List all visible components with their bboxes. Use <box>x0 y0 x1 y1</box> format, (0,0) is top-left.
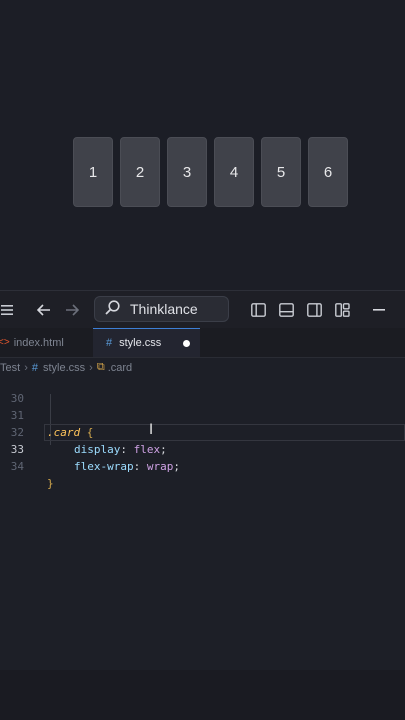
card-item: 3 <box>167 137 207 207</box>
arrow-left-icon[interactable] <box>34 291 54 329</box>
tab-label: index.html <box>13 336 64 349</box>
minimize-icon[interactable] <box>370 291 388 329</box>
tab-style-css[interactable]: # style.css <box>93 328 200 357</box>
command-center-search[interactable]: Thinklance <box>94 296 229 322</box>
css-value: wrap <box>146 460 174 473</box>
card-item: 4 <box>214 137 254 207</box>
html-file-icon: <> <box>0 337 10 348</box>
screen: 1 2 3 4 5 6 Thinklance <> index.html # s… <box>0 0 405 720</box>
css-property: flex-wrap <box>74 460 134 473</box>
chevron-right-icon: › <box>89 361 93 374</box>
toggle-panel-icon[interactable] <box>276 291 296 329</box>
code-line: 34 } <box>0 441 405 490</box>
text-cursor-icon: I <box>149 422 154 438</box>
toggle-secondary-sidebar-icon[interactable] <box>304 291 324 329</box>
arrow-right-icon[interactable] <box>62 291 82 329</box>
chevron-right-icon: › <box>24 361 28 374</box>
close-brace: } <box>47 477 54 490</box>
code-line: 33 flex-wrap: wrap; <box>0 424 405 473</box>
card-item: 2 <box>120 137 160 207</box>
code-line: 31 .card { <box>0 390 405 439</box>
toggle-primary-sidebar-icon[interactable] <box>248 291 268 329</box>
unsaved-dot-icon[interactable] <box>183 339 190 347</box>
menu-icon[interactable] <box>0 291 14 329</box>
breadcrumb-folder[interactable]: Test <box>0 362 20 374</box>
search-label: Thinklance <box>130 301 198 317</box>
card-container: 1 2 3 4 5 6 <box>73 137 348 207</box>
code-editor[interactable]: 30 31 .card { 32 display: flex; 33 flex-… <box>0 377 405 720</box>
card-item: 1 <box>73 137 113 207</box>
tab-label: style.css <box>119 337 162 349</box>
line-number: 34 <box>10 460 24 473</box>
browser-preview: 1 2 3 4 5 6 <box>0 0 405 290</box>
tab-index-html[interactable]: <> index.html <box>0 328 93 357</box>
breadcrumb-file[interactable]: style.css <box>43 362 85 374</box>
css-file-icon: # <box>31 361 38 374</box>
editor-bottom-area <box>0 670 405 720</box>
css-file-icon: # <box>106 337 113 349</box>
customize-layout-icon[interactable] <box>332 291 352 329</box>
card-item: 5 <box>261 137 301 207</box>
breadcrumb-symbol[interactable]: .card <box>108 362 132 374</box>
editor-tab-bar: <> index.html # style.css <box>0 328 405 358</box>
card-item: 6 <box>308 137 348 207</box>
code-line: 32 display: flex; <box>0 407 405 456</box>
code-line: 30 <box>0 373 405 405</box>
search-icon <box>105 300 120 318</box>
